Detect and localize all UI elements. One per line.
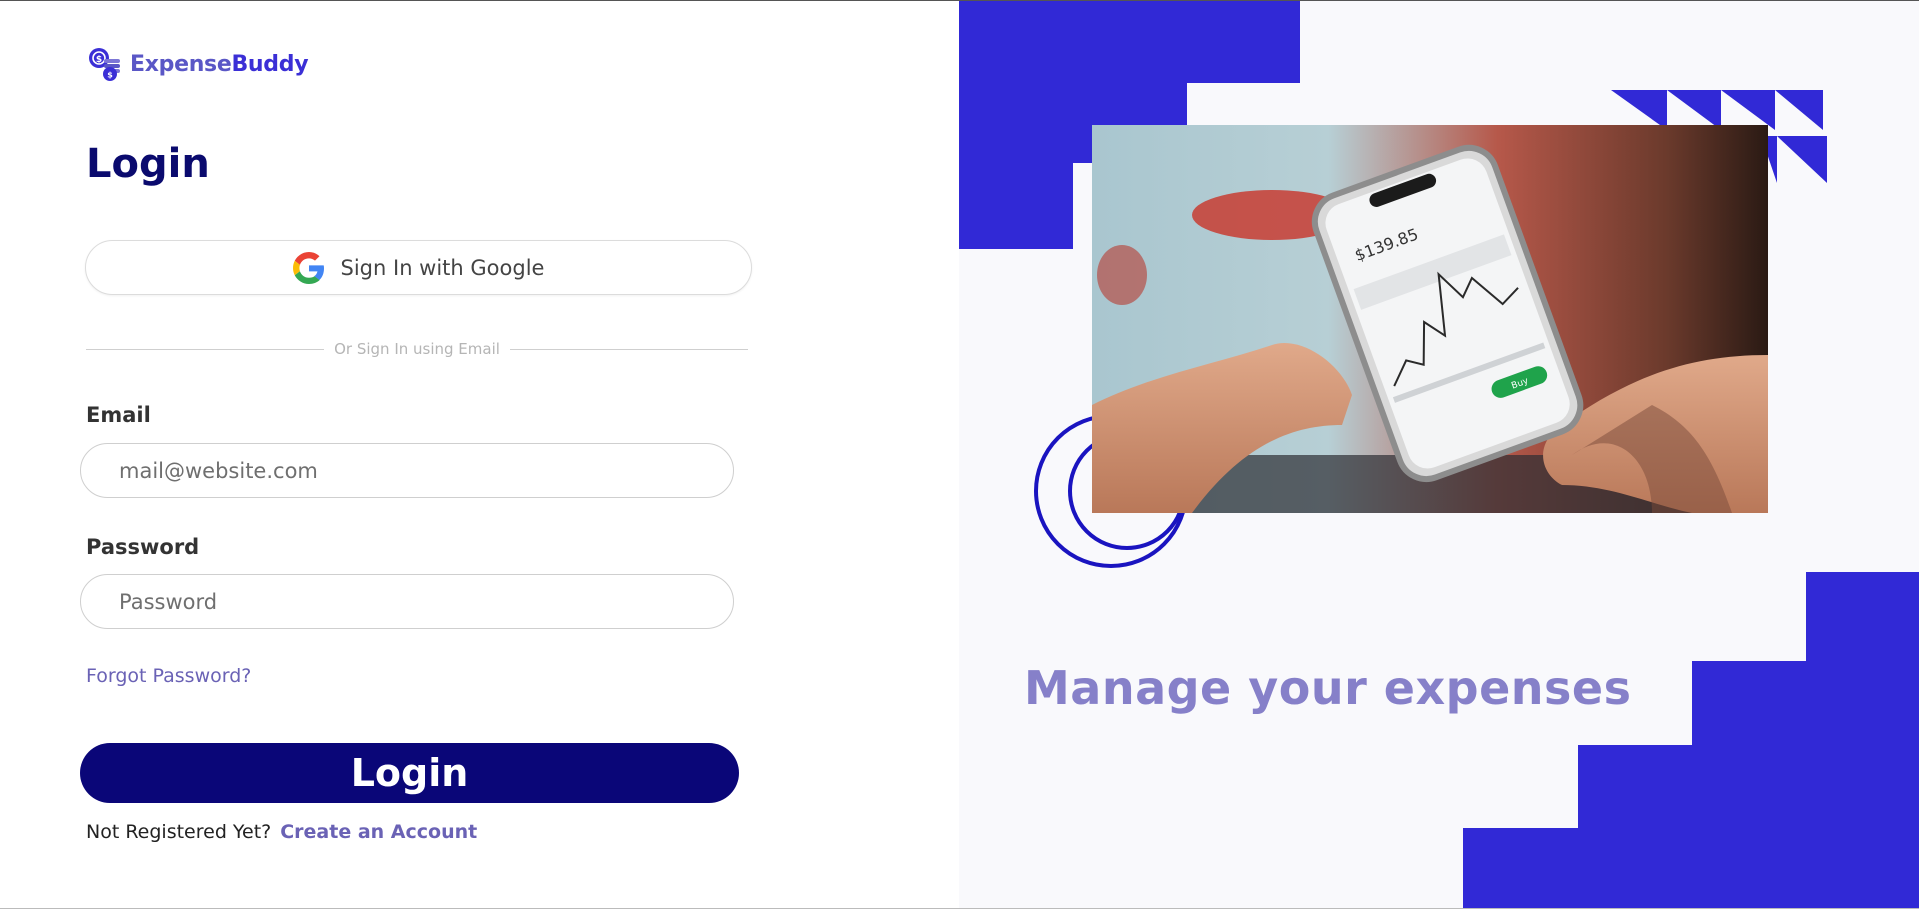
svg-text:$: $ xyxy=(96,55,102,65)
register-prompt: Not Registered Yet? xyxy=(86,821,272,843)
password-field[interactable] xyxy=(80,574,734,629)
password-label: Password xyxy=(86,535,200,559)
decor-step-3 xyxy=(1578,745,1692,908)
brand-name-part1: Expense xyxy=(130,51,232,77)
create-account-link[interactable]: Create an Account xyxy=(280,821,477,843)
svg-text:$: $ xyxy=(107,71,113,80)
hero-panel: $139.85 Buy Manage your expenses xyxy=(959,1,1919,908)
brand-logo[interactable]: $ $ ExpenseBuddy xyxy=(86,45,309,83)
hero-tagline: Manage your expenses xyxy=(1024,661,1632,715)
brand-name-part2: Buddy xyxy=(231,51,309,77)
divider-text: Or Sign In using Email xyxy=(334,340,500,358)
email-field[interactable] xyxy=(80,443,734,498)
forgot-password-link[interactable]: Forgot Password? xyxy=(86,665,251,687)
email-divider: Or Sign In using Email xyxy=(86,339,749,359)
google-signin-label: Sign In with Google xyxy=(340,255,545,280)
email-label: Email xyxy=(86,403,151,427)
decor-step-4 xyxy=(1463,828,1578,908)
login-button[interactable]: Login xyxy=(80,743,739,803)
coins-stack-icon: $ $ xyxy=(89,48,120,81)
divider-line-left xyxy=(86,348,325,350)
page-frame: $ $ ExpenseBuddy Login Sign In with Goog… xyxy=(0,0,1919,909)
google-signin-button[interactable]: Sign In with Google xyxy=(85,240,752,295)
phone-in-hands-image: $139.85 Buy xyxy=(1092,125,1768,513)
register-row: Not Registered Yet? Create an Account xyxy=(86,821,477,843)
login-panel: $ $ ExpenseBuddy Login Sign In with Goog… xyxy=(0,1,959,908)
hero-photo: $139.85 Buy xyxy=(1092,125,1768,513)
divider-line-right xyxy=(509,348,749,350)
page-title: Login xyxy=(86,141,210,187)
google-g-icon xyxy=(292,251,324,284)
decor-step-2 xyxy=(1692,661,1806,908)
decor-block-top xyxy=(959,1,1300,83)
brand-name: ExpenseBuddy xyxy=(130,51,309,77)
decor-step-1 xyxy=(1806,572,1919,908)
decor-block-low xyxy=(959,163,1073,249)
